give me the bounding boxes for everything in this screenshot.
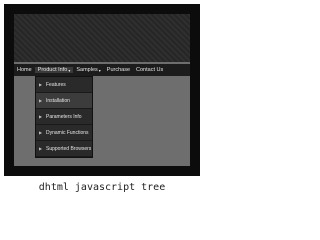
arrow-right-icon: ▶ bbox=[39, 98, 43, 103]
chevron-down-icon: ▾ bbox=[98, 67, 101, 73]
dropdown-item-features[interactable]: ▶ Features bbox=[36, 77, 92, 93]
menu-item-product-info[interactable]: Product Info ▾ bbox=[34, 67, 74, 73]
menu-item-label: Contact Us bbox=[136, 67, 164, 73]
dropdown-item-label: Parameters Info bbox=[46, 113, 82, 120]
dropdown-item-installation[interactable]: ▶ Installation bbox=[36, 93, 92, 109]
caption-text: dhtml javascript tree bbox=[38, 182, 166, 193]
dropdown-item-supported-browsers[interactable]: ▶ Supported Browsers bbox=[36, 141, 92, 157]
menu-item-purchase[interactable]: Purchase bbox=[104, 67, 133, 73]
menu-item-label: Samples bbox=[76, 67, 98, 73]
menu-item-label: Home bbox=[17, 67, 32, 73]
arrow-right-icon: ▶ bbox=[39, 82, 43, 87]
dropdown-item-dynamic-functions[interactable]: ▶ Dynamic Functions bbox=[36, 125, 92, 141]
panel-header-pattern bbox=[14, 14, 190, 62]
dropdown-item-label: Dynamic Functions bbox=[46, 129, 89, 136]
arrow-right-icon: ▶ bbox=[39, 146, 43, 151]
arrow-right-icon: ▶ bbox=[39, 130, 43, 135]
dropdown-item-label: Installation bbox=[46, 97, 70, 104]
menu-item-home[interactable]: Home bbox=[14, 67, 35, 73]
menu-bar: Home Product Info ▾ Samples ▾ Purchase C… bbox=[14, 64, 190, 76]
menu-item-label: Product Info bbox=[37, 67, 68, 73]
menu-item-contact-us[interactable]: Contact Us bbox=[133, 67, 166, 73]
chevron-down-icon: ▾ bbox=[68, 67, 71, 73]
arrow-right-icon: ▶ bbox=[39, 114, 43, 119]
menu-item-label: Purchase bbox=[106, 67, 131, 73]
menu-item-samples[interactable]: Samples ▾ bbox=[73, 67, 103, 73]
dropdown-item-label: Features bbox=[46, 81, 66, 88]
dropdown-item-parameters-info[interactable]: ▶ Parameters Info bbox=[36, 109, 92, 125]
product-info-dropdown: ▶ Features ▶ Installation ▶ Parameters I… bbox=[35, 76, 93, 158]
dropdown-item-label: Supported Browsers bbox=[46, 145, 92, 152]
